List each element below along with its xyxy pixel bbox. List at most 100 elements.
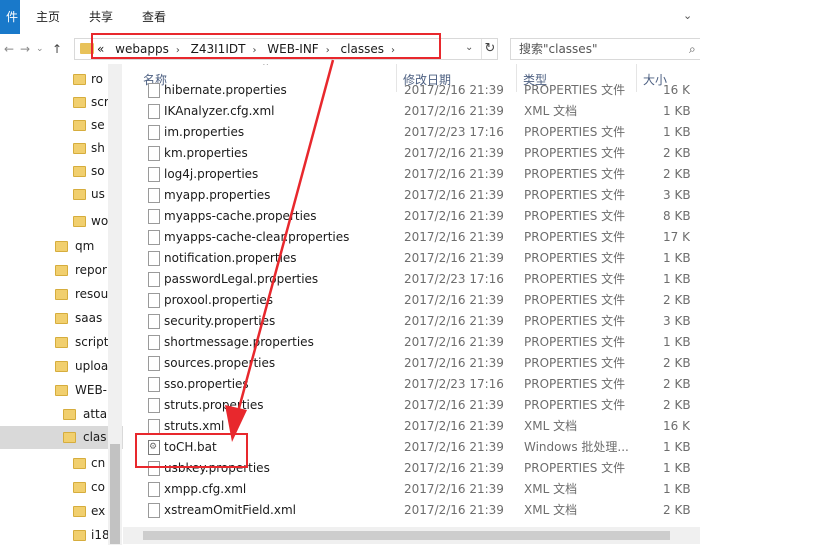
sidebar-item[interactable]: wo bbox=[0, 210, 123, 233]
file-name: km.properties bbox=[164, 146, 248, 160]
file-row[interactable]: sources.properties 2017/2/16 21:39 PROPERT… bbox=[123, 353, 700, 374]
file-size: 16 KB bbox=[663, 419, 690, 433]
sidebar-item[interactable]: resou bbox=[0, 283, 123, 306]
forward-arrow-icon[interactable]: → bbox=[20, 34, 30, 64]
file-size: 2 KB bbox=[663, 377, 690, 391]
folder-icon bbox=[55, 265, 68, 276]
file-row[interactable]: passwordLegal.properties 2017/2/23 17:16 P… bbox=[123, 269, 700, 290]
sidebar-item[interactable]: so bbox=[0, 160, 123, 183]
file-date: 2017/2/16 21:39 bbox=[404, 83, 504, 97]
file-name: passwordLegal.properties bbox=[164, 272, 319, 286]
file-tab[interactable]: 件 bbox=[0, 0, 20, 34]
file-row[interactable]: IKAnalyzer.cfg.xml 2017/2/16 21:39 XML 文档 1… bbox=[123, 101, 700, 122]
file-type: PROPERTIES 文件 bbox=[524, 272, 626, 286]
search-box[interactable]: 搜索"classes" ⌕ bbox=[510, 38, 700, 60]
file-date: 2017/2/16 21:39 bbox=[404, 188, 504, 202]
file-name: xmpp.cfg.xml bbox=[164, 482, 247, 496]
file-row[interactable]: myapps-cache-clear.properties 2017/2/16 2… bbox=[123, 227, 700, 248]
file-row[interactable]: myapp.properties 2017/2/16 21:39 PROPERTIE… bbox=[123, 185, 700, 206]
file-type: PROPERTIES 文件 bbox=[524, 356, 626, 370]
sidebar-item[interactable]: script bbox=[0, 331, 123, 354]
sidebar-item[interactable]: uploa bbox=[0, 355, 123, 378]
sidebar-item[interactable]: sh bbox=[0, 137, 123, 160]
sidebar-item-label: resou bbox=[75, 287, 109, 301]
sidebar-item[interactable]: saas bbox=[0, 307, 123, 330]
file-name: myapps-cache.properties bbox=[164, 209, 317, 223]
file-date: 2017/2/23 17:16 bbox=[404, 125, 504, 139]
sidebar-item[interactable]: qm bbox=[0, 235, 123, 258]
file-row[interactable]: xstreamOmitField.xml 2017/2/16 21:39 XML 文… bbox=[123, 500, 700, 521]
file-icon bbox=[148, 272, 160, 287]
file-row[interactable]: sso.properties 2017/2/23 17:16 PROPERTIES … bbox=[123, 374, 700, 395]
back-arrow-icon[interactable]: ← bbox=[4, 34, 14, 64]
file-row[interactable]: notification.properties 2017/2/16 21:39 PR… bbox=[123, 248, 700, 269]
sidebar-item[interactable]: WEB- bbox=[0, 379, 123, 402]
file-icon bbox=[148, 482, 160, 497]
horizontal-scrollbar-thumb[interactable] bbox=[143, 531, 670, 540]
file-name: log4j.properties bbox=[164, 167, 259, 181]
file-row[interactable]: log4j.properties 2017/2/16 21:39 PROPERTIE… bbox=[123, 164, 700, 185]
tab-share[interactable]: 共享 bbox=[89, 0, 113, 34]
folder-icon bbox=[63, 432, 76, 443]
file-name: shortmessage.properties bbox=[164, 335, 314, 349]
sidebar-item[interactable]: se bbox=[0, 114, 123, 137]
tab-view[interactable]: 查看 bbox=[142, 0, 166, 34]
up-arrow-icon[interactable]: ↑ bbox=[52, 34, 62, 64]
search-icon[interactable]: ⌕ bbox=[689, 42, 696, 57]
sidebar-item-label: clas bbox=[83, 430, 107, 444]
address-dropdown-icon[interactable]: ⌄ bbox=[465, 42, 473, 53]
sidebar-item[interactable]: atta bbox=[0, 403, 123, 426]
sidebar-scrollbar-thumb[interactable] bbox=[110, 444, 120, 544]
file-icon bbox=[148, 230, 160, 245]
folder-icon bbox=[55, 385, 68, 396]
file-date: 2017/2/16 21:39 bbox=[404, 230, 504, 244]
file-row[interactable]: shortmessage.properties 2017/2/16 21:39 PR… bbox=[123, 332, 700, 353]
file-row[interactable]: proxool.properties 2017/2/16 21:39 PROPERT… bbox=[123, 290, 700, 311]
folder-icon bbox=[73, 120, 86, 131]
sidebar-item-label: script bbox=[75, 335, 109, 349]
folder-icon bbox=[55, 337, 68, 348]
file-icon bbox=[148, 146, 160, 161]
file-icon bbox=[148, 356, 160, 371]
file-row[interactable]: security.properties 2017/2/16 21:39 PROPER… bbox=[123, 311, 700, 332]
file-row[interactable]: im.properties 2017/2/23 17:16 PROPERTIES 文… bbox=[123, 122, 700, 143]
file-row[interactable]: struts.properties 2017/2/16 21:39 PROPERTI… bbox=[123, 395, 700, 416]
file-size: 1 KB bbox=[663, 440, 690, 454]
sidebar-item-label: uploa bbox=[75, 359, 109, 373]
file-row[interactable]: km.properties 2017/2/16 21:39 PROPERTIES 文… bbox=[123, 143, 700, 164]
file-size: 2 KB bbox=[663, 167, 690, 181]
sidebar-item[interactable]: ex bbox=[0, 500, 123, 523]
tab-home[interactable]: 主页 bbox=[36, 0, 60, 34]
sidebar-item[interactable]: i18 bbox=[0, 524, 123, 545]
file-date: 2017/2/16 21:39 bbox=[404, 293, 504, 307]
sidebar-item[interactable]: scr bbox=[0, 91, 123, 114]
file-row[interactable]: hibernate.properties 2017/2/16 21:39 PROPE… bbox=[123, 80, 700, 101]
sidebar-item[interactable]: us bbox=[0, 183, 123, 206]
file-row[interactable]: myapps-cache.properties 2017/2/16 21:39 PR… bbox=[123, 206, 700, 227]
navigation-pane: ro scr se sh so us wo qm repor resou saa… bbox=[0, 64, 123, 545]
sidebar-item[interactable]: ro bbox=[0, 68, 123, 91]
sidebar-item[interactable]: co bbox=[0, 476, 123, 499]
recent-chevron-icon[interactable]: ⌄ bbox=[36, 34, 44, 64]
folder-icon bbox=[55, 289, 68, 300]
file-type: PROPERTIES 文件 bbox=[524, 146, 626, 160]
folder-icon bbox=[73, 143, 86, 154]
expand-ribbon-chevron-icon[interactable]: ⌄ bbox=[683, 9, 692, 22]
file-icon bbox=[148, 377, 160, 392]
file-size: 2 KB bbox=[663, 398, 690, 412]
file-size: 1 KB bbox=[663, 461, 690, 475]
file-type: PROPERTIES 文件 bbox=[524, 230, 626, 244]
file-date: 2017/2/16 21:39 bbox=[404, 314, 504, 328]
file-row[interactable]: xmpp.cfg.xml 2017/2/16 21:39 XML 文档 1 KB bbox=[123, 479, 700, 500]
search-input[interactable]: 搜索"classes" bbox=[519, 39, 597, 59]
sidebar-item-label: qm bbox=[75, 239, 95, 253]
sidebar-item-selected[interactable]: clas bbox=[0, 426, 123, 449]
sidebar-item[interactable]: cn bbox=[0, 452, 123, 475]
file-type: PROPERTIES 文件 bbox=[524, 314, 626, 328]
file-type: PROPERTIES 文件 bbox=[524, 377, 626, 391]
refresh-icon[interactable]: ↻ bbox=[481, 39, 498, 59]
file-date: 2017/2/16 21:39 bbox=[404, 419, 504, 433]
ribbon: 件 主页 共享 查看 ⌄ bbox=[0, 0, 700, 35]
file-size: 8 KB bbox=[663, 209, 690, 223]
sidebar-item[interactable]: repor bbox=[0, 259, 123, 282]
